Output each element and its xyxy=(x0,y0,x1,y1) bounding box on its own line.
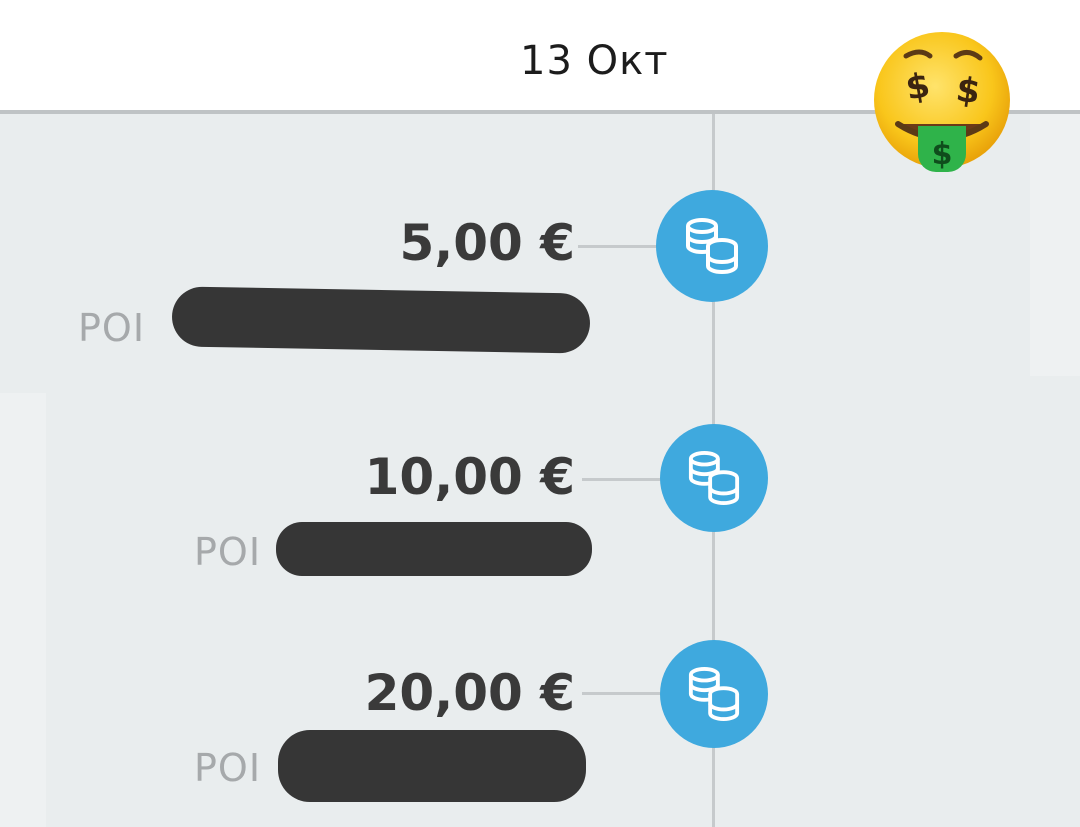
coins-icon[interactable] xyxy=(660,424,768,532)
redacted-detail xyxy=(278,730,586,802)
redacted-detail xyxy=(171,286,591,354)
amount-text: 5,00 € xyxy=(399,214,575,272)
connector-line xyxy=(582,478,662,481)
coins-icon[interactable] xyxy=(660,640,768,748)
entry-label: POI xyxy=(194,746,262,790)
entry-label: POI xyxy=(194,530,262,574)
connector-line xyxy=(582,692,662,695)
amount-text: 10,00 € xyxy=(364,448,575,506)
svg-text:$: $ xyxy=(932,137,953,172)
entry-label: POI xyxy=(78,306,146,350)
connector-line xyxy=(578,245,660,248)
date-header: 13 Окт xyxy=(520,38,669,84)
money-mouth-face-icon: $ $ $ xyxy=(868,28,1016,176)
left-panel xyxy=(0,393,46,827)
right-panel xyxy=(1030,114,1080,376)
redacted-detail xyxy=(276,522,592,576)
amount-text: 20,00 € xyxy=(364,664,575,722)
coins-icon[interactable] xyxy=(656,190,768,302)
